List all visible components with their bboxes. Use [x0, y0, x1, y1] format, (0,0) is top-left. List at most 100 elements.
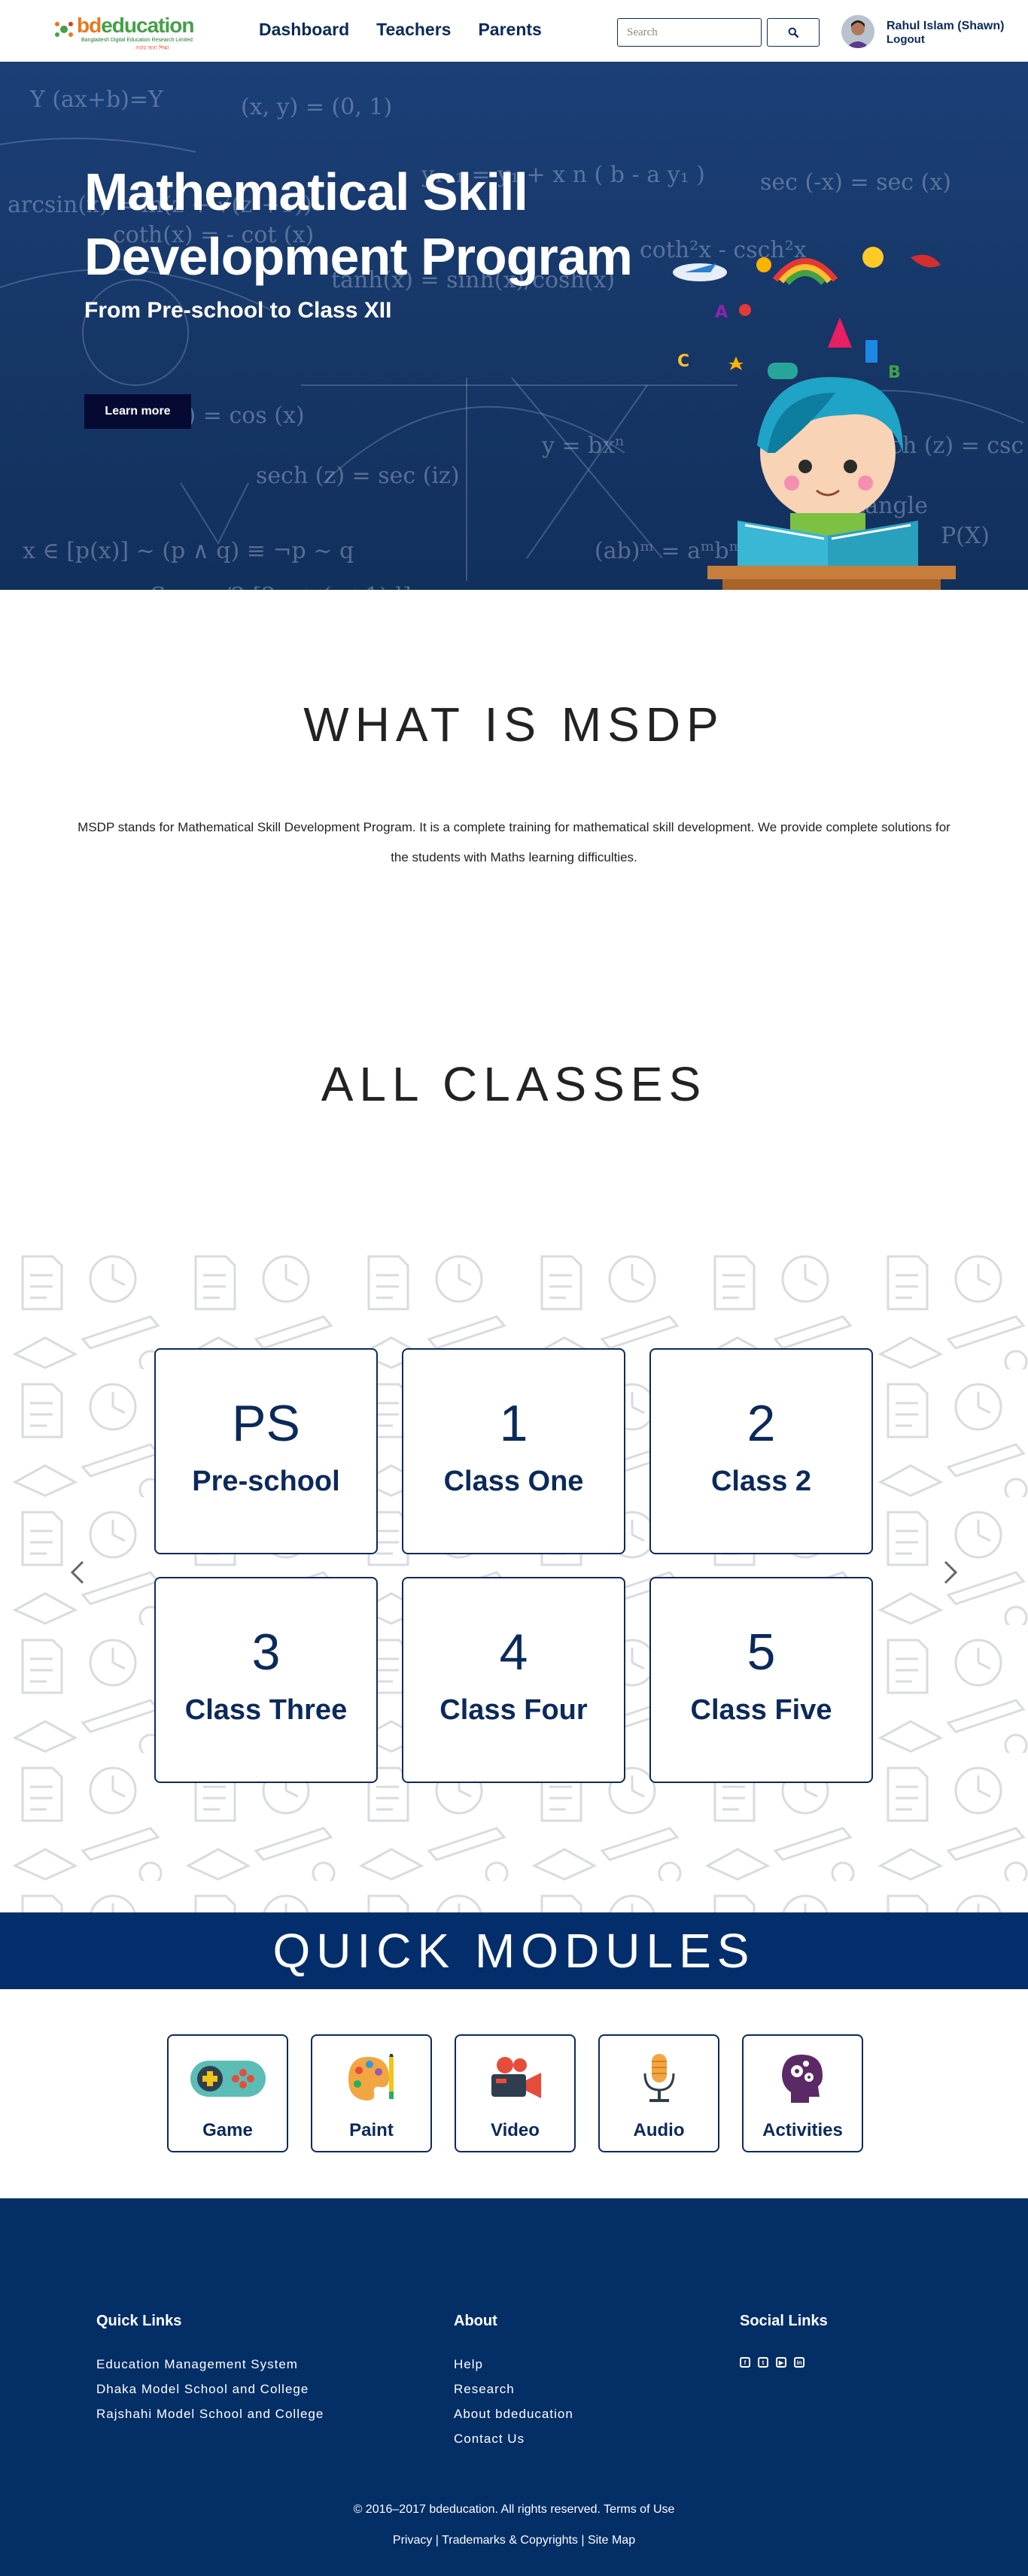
svg-text:sec (-x) = sec (x): sec (-x) = sec (x): [760, 169, 951, 196]
footer-heading: Social Links: [740, 2313, 828, 2329]
class-code: 4: [499, 1624, 528, 1681]
logout-link[interactable]: Logout: [887, 33, 925, 46]
svg-text:y = bxⁿ: y = bxⁿ: [541, 433, 625, 459]
what-is-msdp-title: WHAT IS MSDP: [303, 697, 725, 752]
search-button[interactable]: [767, 18, 820, 47]
bdeducation-logo[interactable]: bdeducation Bangladesh Digital Education…: [51, 11, 194, 51]
nav-dashboard[interactable]: Dashboard: [259, 20, 349, 40]
linkedin-icon[interactable]: in: [794, 2357, 804, 2368]
module-activities[interactable]: Activities: [742, 2034, 863, 2152]
module-game[interactable]: Game: [167, 2034, 288, 2152]
logo-tagline-bangla: সবার জন্য শিক্ষা: [135, 46, 169, 51]
classes-carousel: PS Pre-school 1 Class One 2 Class 2 3 Cl…: [0, 1241, 1028, 1912]
svg-text:A: A: [715, 303, 728, 322]
gamepad-icon: [190, 2061, 266, 2097]
site-footer: Quick Links Education Management System …: [0, 2198, 1028, 2576]
class-name: Pre-school: [192, 1466, 340, 1497]
module-list: Game Paint Video Audio Activities: [167, 2034, 863, 2152]
class-card-class-two[interactable]: 2 Class 2: [649, 1348, 873, 1554]
head-gears-icon: [781, 2055, 823, 2103]
quick-modules-section: QUICK MODULES Game Paint Video Audio Act…: [0, 1912, 1028, 2198]
class-code: 1: [499, 1395, 528, 1452]
footer-link[interactable]: Contact Us: [454, 2432, 573, 2447]
class-name: Class 2: [710, 1466, 812, 1497]
module-paint[interactable]: Paint: [311, 2034, 432, 2152]
carousel-next-arrow-icon[interactable]: [939, 1557, 962, 1587]
hero-subtitle: From Pre-school to Class XII: [84, 298, 392, 323]
footer-quick-links: Quick Links Education Management System …: [96, 2313, 324, 2432]
copyright-text: © 2016–2017 bdeducation. All rights rese…: [353, 2503, 675, 2516]
quick-modules-banner: QUICK MODULES: [0, 1912, 1028, 1989]
module-label: Video: [491, 2120, 540, 2140]
reading-kid-illustration: A C B: [673, 247, 956, 590]
sitemap-link[interactable]: Site Map: [588, 2534, 635, 2547]
logo-text: bdeducation: [77, 14, 194, 37]
module-label: Paint: [349, 2120, 394, 2140]
video-camera-icon: [491, 2057, 541, 2098]
footer-social: Social Links f t ▶ in: [740, 2313, 828, 2368]
class-name: Class Three: [184, 1694, 348, 1726]
search-icon: [788, 27, 798, 38]
hero-title: Mathematical Skill Development Program: [84, 163, 633, 286]
top-navbar: bdeducation Bangladesh Digital Education…: [0, 0, 1028, 62]
microphone-icon: [643, 2054, 674, 2102]
facebook-icon[interactable]: f: [740, 2357, 750, 2368]
all-classes-title: ALL CLASSES: [321, 1057, 707, 1111]
search-input[interactable]: [617, 18, 762, 47]
user-name[interactable]: Rahul Islam (Shawn): [887, 20, 1004, 33]
svg-text:(x, y) = (0, 1): (x, y) = (0, 1): [241, 94, 392, 120]
svg-text:C: C: [677, 352, 689, 371]
logo-tagline: Bangladesh Digital Education Research Li…: [81, 38, 193, 43]
msdp-description: MSDP stands for Mathematical Skill Devel…: [78, 820, 950, 864]
nav-parents[interactable]: Parents: [478, 20, 541, 40]
svg-text:B: B: [888, 363, 901, 382]
avatar[interactable]: [841, 15, 874, 48]
class-card-class-one[interactable]: 1 Class One: [402, 1348, 625, 1554]
footer-link[interactable]: Rajshahi Model School and College: [96, 2407, 324, 2422]
class-card-class-three[interactable]: 3 Class Three: [154, 1577, 378, 1783]
class-card-preschool[interactable]: PS Pre-school: [154, 1348, 378, 1554]
palette-icon: [348, 2054, 394, 2101]
footer-link[interactable]: Dhaka Model School and College: [96, 2382, 324, 2397]
class-code: 5: [747, 1624, 776, 1681]
class-grid: PS Pre-school 1 Class One 2 Class 2 3 Cl…: [154, 1348, 873, 1783]
floating-doodles-icon: A C B: [673, 247, 941, 382]
class-card-class-five[interactable]: 5 Class Five: [649, 1577, 873, 1783]
trademarks-link[interactable]: Trademarks & Copyrights: [442, 2534, 578, 2547]
logo-mark-icon: [55, 22, 73, 37]
module-label: Game: [202, 2120, 253, 2140]
class-code: PS: [232, 1395, 300, 1452]
carousel-prev-arrow-icon[interactable]: [66, 1557, 89, 1587]
module-audio[interactable]: Audio: [598, 2034, 719, 2152]
svg-text:Sₙ = n/2 [2a + (n+1)d]: Sₙ = n/2 [2a + (n+1)d]: [151, 583, 412, 590]
class-code: 2: [747, 1395, 776, 1452]
module-label: Activities: [762, 2120, 843, 2140]
footer-heading: About: [454, 2313, 497, 2329]
class-code: 3: [251, 1624, 281, 1681]
footer-link[interactable]: Education Management System: [96, 2357, 324, 2372]
youtube-icon[interactable]: ▶: [776, 2357, 786, 2368]
module-label: Audio: [633, 2120, 685, 2140]
svg-text:x ∈ [p(x)] ~ (p ∧ q) ≡ ¬p ~ q: x ∈ [p(x)] ~ (p ∧ q) ≡ ¬p ~ q: [23, 538, 354, 564]
class-card-class-four[interactable]: 4 Class Four: [402, 1577, 625, 1783]
footer-link[interactable]: Research: [454, 2382, 573, 2397]
footer-heading: Quick Links: [96, 2313, 182, 2329]
svg-text:sech (z) = sec (iz): sech (z) = sec (iz): [256, 463, 460, 489]
user-photo-icon: [841, 15, 874, 48]
class-name: Class One: [443, 1466, 584, 1497]
footer-link[interactable]: Help: [454, 2357, 573, 2372]
all-classes-section: ALL CLASSES PS Pre-school 1 Class One 2 …: [0, 1056, 1028, 1912]
twitter-icon[interactable]: t: [758, 2357, 768, 2368]
main-nav: Dashboard Teachers Parents: [259, 20, 542, 40]
svg-text:Y (ax+b)=Y: Y (ax+b)=Y: [29, 87, 164, 113]
module-video[interactable]: Video: [455, 2034, 576, 2152]
footer-about: About Help Research About bdeducation Co…: [454, 2313, 573, 2456]
class-name: Class Five: [690, 1694, 832, 1726]
legal-links: Privacy | Trademarks & Copyrights | Site…: [392, 2534, 636, 2547]
footer-link[interactable]: About bdeducation: [454, 2407, 573, 2422]
nav-teachers[interactable]: Teachers: [376, 20, 451, 40]
what-is-msdp-section: WHAT IS MSDP MSDP stands for Mathematica…: [0, 590, 1028, 1056]
quick-modules-title: QUICK MODULES: [272, 1924, 756, 1978]
learn-more-button[interactable]: Learn more: [84, 394, 191, 429]
privacy-link[interactable]: Privacy: [393, 2534, 432, 2547]
